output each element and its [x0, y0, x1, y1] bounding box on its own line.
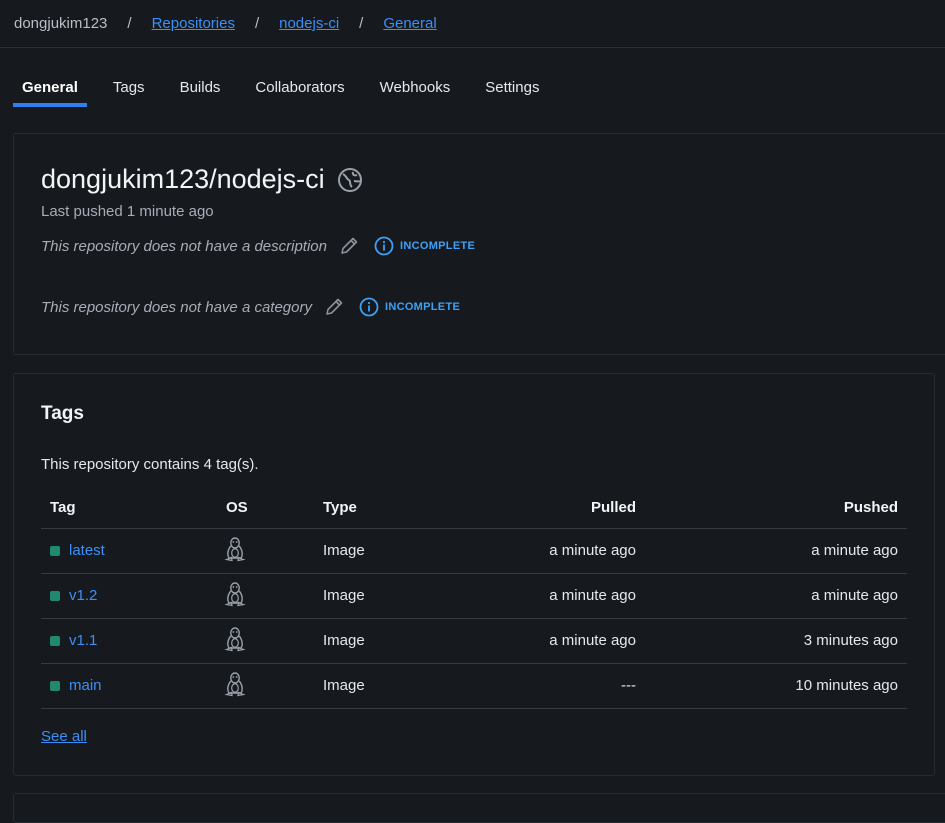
tab-collaborators[interactable]: Collaborators: [246, 66, 353, 107]
tag-status-dot: [50, 545, 60, 556]
category-incomplete-badge[interactable]: INCOMPLETE: [359, 297, 460, 317]
column-header-os: OS: [226, 488, 323, 529]
incomplete-label: INCOMPLETE: [384, 301, 461, 313]
tags-section-title: Tags: [41, 403, 84, 424]
globe-icon: [337, 167, 363, 193]
breadcrumb-repositories-link[interactable]: Repositories: [152, 15, 235, 32]
tag-pushed: 3 minutes ago: [636, 618, 907, 664]
repo-tabs: General Tags Builds Collaborators Webhoo…: [13, 66, 565, 108]
edit-category-pencil-icon[interactable]: [323, 296, 345, 318]
tag-link[interactable]: v1.2: [69, 587, 97, 604]
breadcrumb-separator: /: [254, 15, 260, 32]
tag-status-dot: [50, 590, 60, 601]
tab-tags[interactable]: Tags: [104, 66, 154, 107]
breadcrumb-user: dongjukim123: [14, 15, 108, 32]
repo-title: dongjukim123/nodejs-ci: [41, 164, 325, 194]
tag-pushed: 10 minutes ago: [636, 663, 907, 709]
tag-link[interactable]: v1.1: [69, 632, 97, 649]
tag-type: Image: [323, 528, 449, 574]
breadcrumb: dongjukim123 / Repositories / nodejs-ci …: [0, 0, 945, 48]
tag-pulled: a minute ago: [449, 528, 636, 574]
tag-type: Image: [323, 618, 449, 664]
category-row: This repository does not have a category…: [41, 296, 460, 318]
breadcrumb-repo-link[interactable]: nodejs-ci: [279, 15, 339, 32]
info-icon: [359, 297, 379, 317]
linux-icon: [224, 626, 246, 652]
tags-table-header: Tag OS Type Pulled Pushed: [41, 488, 907, 529]
linux-icon: [224, 581, 246, 607]
tag-status-dot: [50, 680, 60, 691]
tag-pushed: a minute ago: [636, 573, 907, 619]
last-pushed-text: Last pushed 1 minute ago: [41, 203, 214, 220]
column-header-tag: Tag: [41, 488, 226, 529]
incomplete-label: INCOMPLETE: [400, 240, 476, 252]
tab-webhooks[interactable]: Webhooks: [371, 66, 460, 107]
description-text: This repository does not have a descript…: [41, 237, 327, 255]
tags-card: Tags This repository contains 4 tag(s). …: [13, 373, 935, 776]
repo-info-card: dongjukim123/nodejs-ci Last pushed 1 min…: [13, 133, 945, 355]
tags-table: Tag OS Type Pulled Pushed latest Image a…: [41, 488, 907, 709]
see-all-tags-link[interactable]: See all: [41, 728, 87, 745]
table-row: main Image --- 10 minutes ago: [41, 663, 907, 709]
description-incomplete-badge[interactable]: INCOMPLETE: [374, 236, 475, 256]
tag-link[interactable]: main: [69, 677, 102, 694]
table-row: latest Image a minute ago a minute ago: [41, 528, 907, 574]
edit-description-pencil-icon[interactable]: [338, 235, 360, 257]
breadcrumb-general-link[interactable]: General: [383, 15, 436, 32]
linux-icon: [224, 671, 246, 697]
breadcrumb-separator: /: [359, 15, 364, 32]
tag-pulled: a minute ago: [449, 573, 636, 619]
tag-pushed: a minute ago: [636, 528, 907, 574]
breadcrumb-separator: /: [127, 15, 132, 32]
tags-count-text: This repository contains 4 tag(s).: [41, 456, 259, 473]
column-header-type: Type: [323, 488, 449, 529]
info-icon: [374, 236, 394, 256]
column-header-pushed: Pushed: [636, 488, 907, 529]
linux-icon: [224, 536, 246, 562]
column-header-pulled: Pulled: [449, 488, 636, 529]
tag-type: Image: [323, 663, 449, 709]
tab-settings[interactable]: Settings: [476, 66, 548, 107]
tab-general[interactable]: General: [13, 66, 87, 107]
tag-link[interactable]: latest: [69, 542, 105, 559]
tab-builds[interactable]: Builds: [171, 66, 230, 107]
table-row: v1.2 Image a minute ago a minute ago: [41, 573, 907, 619]
tag-pulled: ---: [449, 663, 636, 709]
tag-status-dot: [50, 635, 60, 646]
repo-title-row: dongjukim123/nodejs-ci: [41, 164, 363, 195]
table-row: v1.1 Image a minute ago 3 minutes ago: [41, 618, 907, 664]
tag-type: Image: [323, 573, 449, 619]
next-section-card: [13, 793, 945, 823]
category-text: This repository does not have a category: [41, 298, 312, 316]
description-row: This repository does not have a descript…: [41, 235, 475, 257]
tag-pulled: a minute ago: [449, 618, 636, 664]
